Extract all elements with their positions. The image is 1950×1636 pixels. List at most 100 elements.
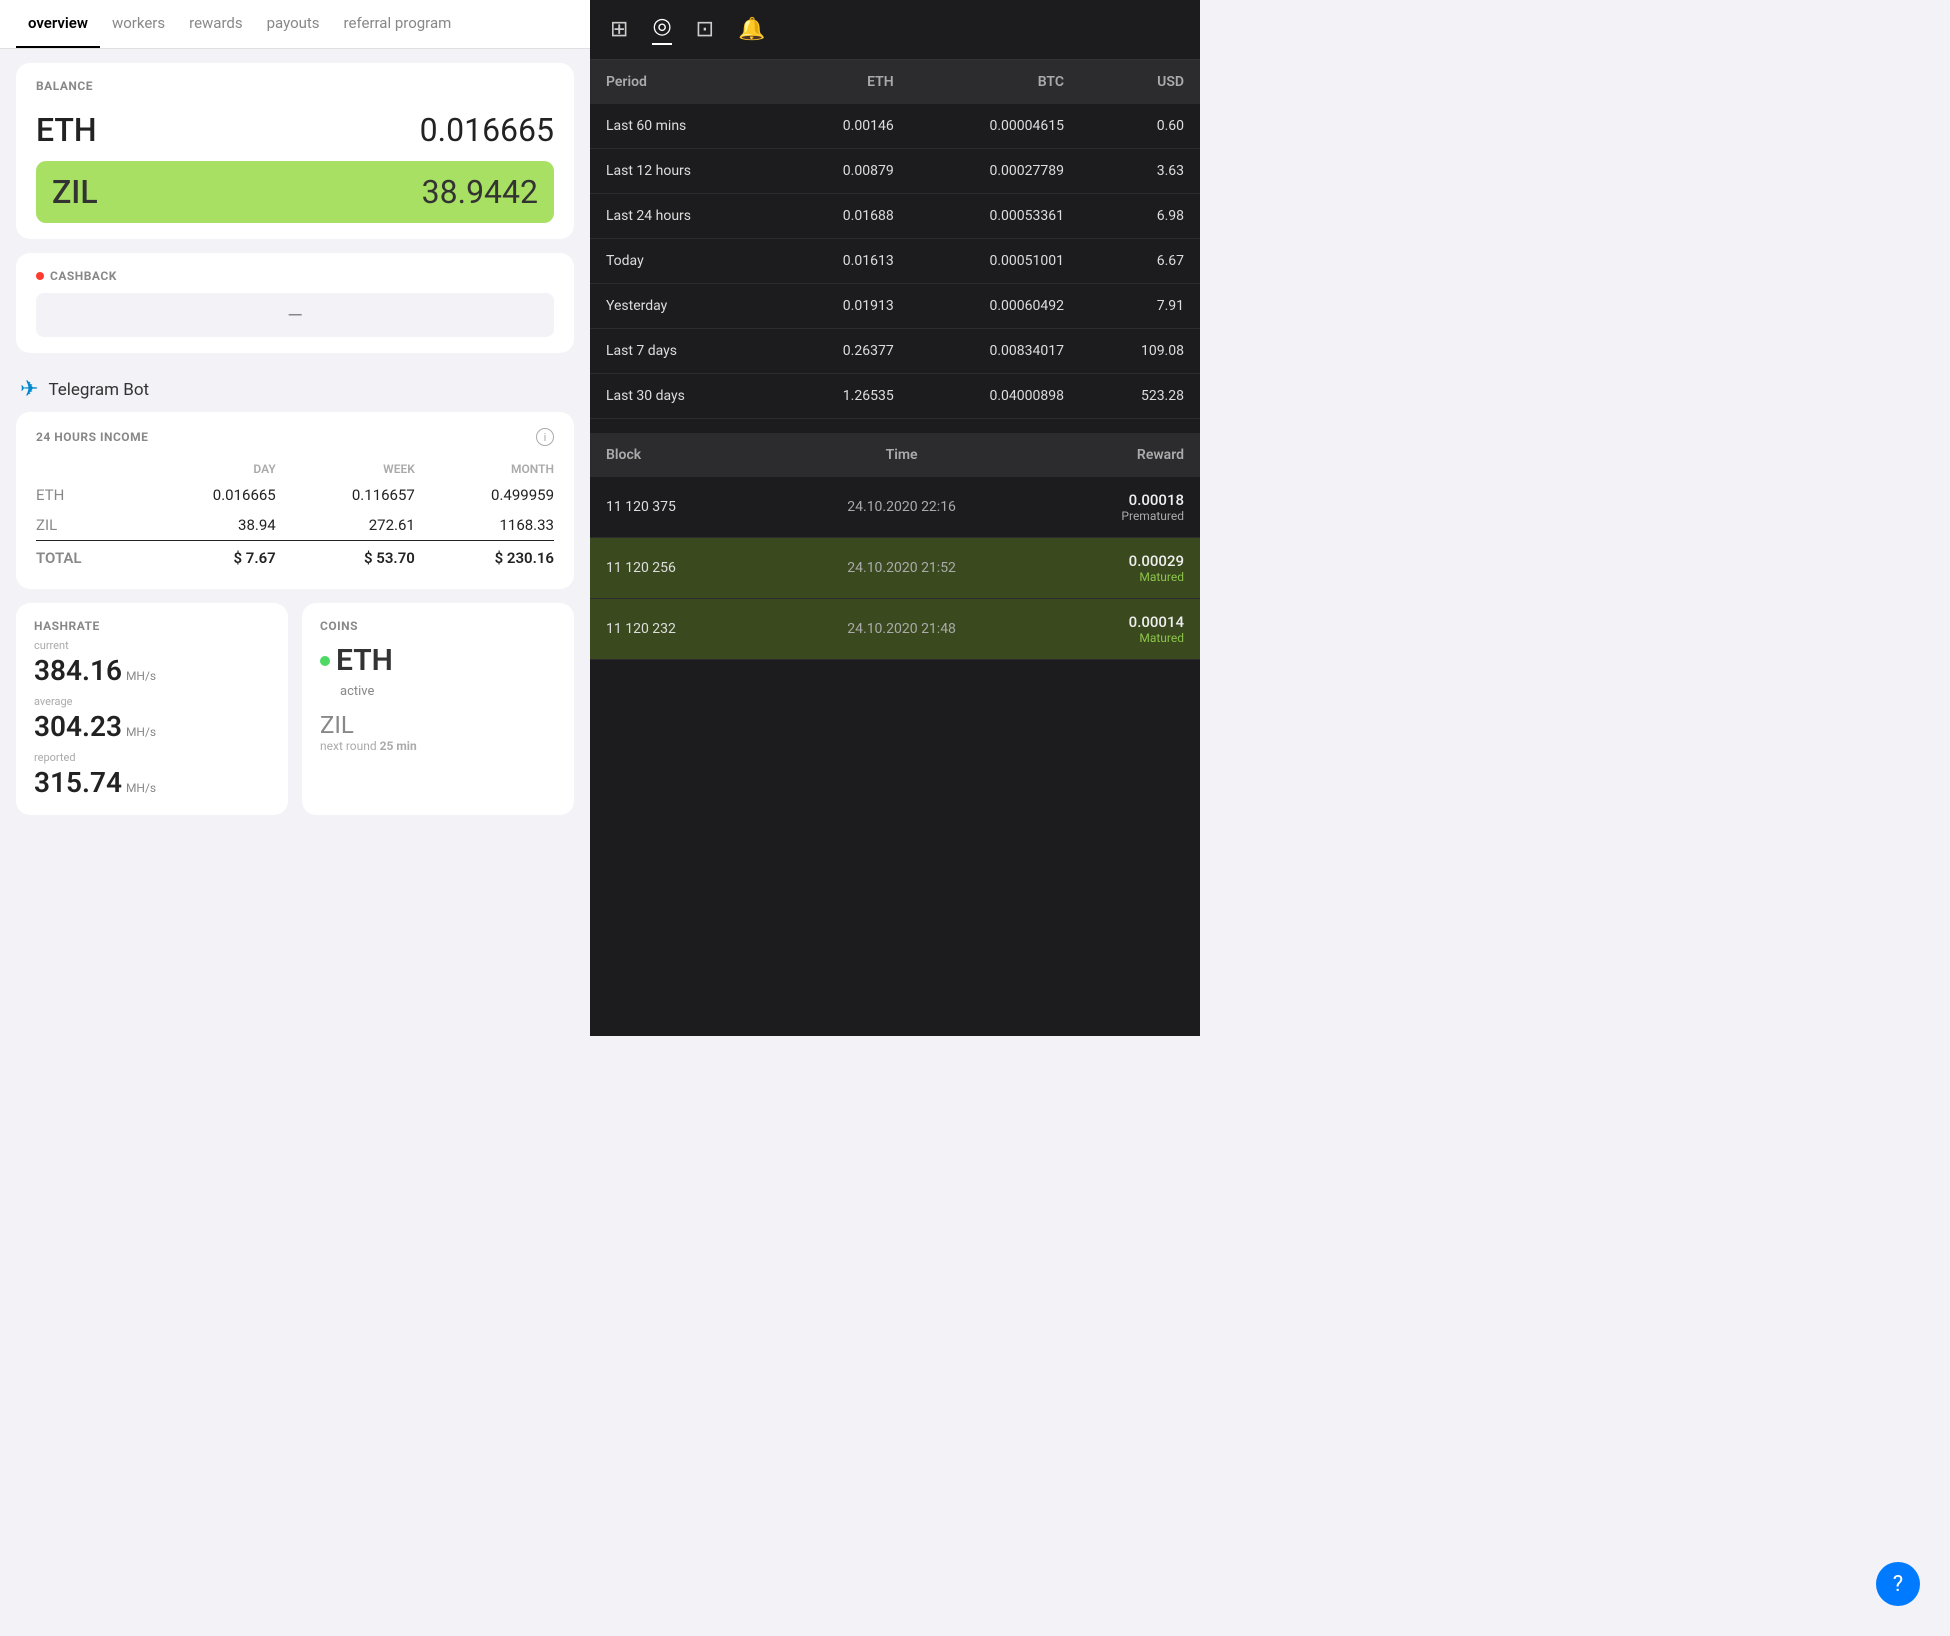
timer-icon[interactable]: ◎ xyxy=(652,14,671,45)
info-icon[interactable]: i xyxy=(536,428,554,446)
zil-coin-section: ZIL next round 25 min xyxy=(320,711,556,753)
hashrate-current-unit: MH/s xyxy=(126,669,156,683)
table-row: ZIL 38.94 272.61 1168.33 xyxy=(36,510,554,541)
income-eth-coin: ETH xyxy=(36,480,137,510)
bottom-panels: HASHRATE current 384.16 MH/s average 304… xyxy=(16,603,574,815)
tab-referral[interactable]: referral program xyxy=(332,0,464,48)
income-table: DAY WEEK MONTH ETH 0.016665 0.116657 0.4… xyxy=(36,458,554,573)
hashrate-reported-value: 315.74 MH/s xyxy=(34,766,270,799)
income-col-coin xyxy=(36,458,137,480)
rewards-col-period: Period xyxy=(590,60,777,104)
tab-payouts[interactable]: payouts xyxy=(255,0,332,48)
cashback-label: CASHBACK xyxy=(36,269,554,283)
eth-balance-row: ETH 0.016665 xyxy=(36,103,554,157)
bell-icon[interactable]: 🔔 xyxy=(738,17,765,42)
btc-cell: 0.00004615 xyxy=(910,104,1080,149)
btc-cell: 0.00027789 xyxy=(910,149,1080,194)
coins-label: COINS xyxy=(320,619,556,633)
telegram-label: Telegram Bot xyxy=(48,380,149,400)
period-cell: Last 24 hours xyxy=(590,194,777,239)
income-eth-month: 0.499959 xyxy=(415,480,554,510)
income-total-month: $ 230.16 xyxy=(415,541,554,574)
zil-coin-label: ZIL xyxy=(52,173,98,211)
income-total-label: TOTAL xyxy=(36,541,137,574)
zil-balance-row: ZIL 38.9442 xyxy=(36,161,554,223)
rewards-col-usd: USD xyxy=(1080,60,1200,104)
table-row: Today 0.01613 0.00051001 6.67 xyxy=(590,239,1200,284)
tab-rewards[interactable]: rewards xyxy=(177,0,254,48)
btc-cell: 0.00053361 xyxy=(910,194,1080,239)
period-cell: Last 60 mins xyxy=(590,104,777,149)
folder-icon[interactable]: ⊡ xyxy=(696,17,714,42)
table-row: 11 120 232 24.10.2020 21:48 0.00014 Matu… xyxy=(590,599,1200,660)
coins-card: COINS ETH active ZIL next round 25 min xyxy=(302,603,574,815)
cashback-value: — xyxy=(36,293,554,337)
eth-balance-amount: 0.016665 xyxy=(420,111,554,149)
period-cell: Last 7 days xyxy=(590,329,777,374)
hashrate-average-label: average xyxy=(34,695,270,708)
balance-card: BALANCE ETH 0.016665 ZIL 38.9442 xyxy=(16,63,574,239)
period-cell: Yesterday xyxy=(590,284,777,329)
period-cell: Last 30 days xyxy=(590,374,777,419)
block-number: 11 120 375 xyxy=(590,477,774,538)
hashrate-average-value: 304.23 MH/s xyxy=(34,710,270,743)
income-zil-coin: ZIL xyxy=(36,510,137,541)
tab-overview[interactable]: overview xyxy=(16,0,100,48)
usd-cell: 109.08 xyxy=(1080,329,1200,374)
rewards-col-eth: ETH xyxy=(777,60,910,104)
tab-workers[interactable]: workers xyxy=(100,0,177,48)
income-col-day: DAY xyxy=(137,458,276,480)
green-dot-icon xyxy=(320,656,330,666)
table-row: Yesterday 0.01913 0.00060492 7.91 xyxy=(590,284,1200,329)
rewards-table: Period ETH BTC USD Last 60 mins 0.00146 … xyxy=(590,60,1200,419)
usd-cell: 523.28 xyxy=(1080,374,1200,419)
hashrate-card: HASHRATE current 384.16 MH/s average 304… xyxy=(16,603,288,815)
layers-icon[interactable]: ⊞ xyxy=(610,17,628,42)
usd-cell: 7.91 xyxy=(1080,284,1200,329)
hashrate-average-unit: MH/s xyxy=(126,725,156,739)
income-zil-month: 1168.33 xyxy=(415,510,554,541)
telegram-icon: ✈ xyxy=(20,377,38,402)
period-cell: Today xyxy=(590,239,777,284)
block-number: 11 120 232 xyxy=(590,599,774,660)
income-card: 24 HOURS INCOME i DAY WEEK MONTH ETH 0.0… xyxy=(16,412,574,589)
income-col-month: MONTH xyxy=(415,458,554,480)
eth-coin-name: ETH xyxy=(336,643,393,678)
btc-cell: 0.00060492 xyxy=(910,284,1080,329)
eth-coin-row: ETH xyxy=(320,643,556,678)
balance-label: BALANCE xyxy=(36,79,554,93)
btc-cell: 0.00834017 xyxy=(910,329,1080,374)
income-header: 24 HOURS INCOME i xyxy=(36,428,554,446)
income-eth-day: 0.016665 xyxy=(137,480,276,510)
usd-cell: 0.60 xyxy=(1080,104,1200,149)
income-zil-day: 38.94 xyxy=(137,510,276,541)
income-zil-week: 272.61 xyxy=(276,510,415,541)
eth-cell: 0.01613 xyxy=(777,239,910,284)
rewards-table-section: Period ETH BTC USD Last 60 mins 0.00146 … xyxy=(590,60,1200,419)
table-row: Last 24 hours 0.01688 0.00053361 6.98 xyxy=(590,194,1200,239)
block-time: 24.10.2020 21:52 xyxy=(774,538,1029,599)
btc-cell: 0.00051001 xyxy=(910,239,1080,284)
help-button[interactable]: ? xyxy=(1876,1562,1920,1606)
zil-coin-sub: next round 25 min xyxy=(320,739,556,753)
block-col-reward: Reward xyxy=(1029,433,1200,477)
block-col-block: Block xyxy=(590,433,774,477)
block-time: 24.10.2020 21:48 xyxy=(774,599,1029,660)
period-cell: Last 12 hours xyxy=(590,149,777,194)
table-row: Last 7 days 0.26377 0.00834017 109.08 xyxy=(590,329,1200,374)
table-row: Last 12 hours 0.00879 0.00027789 3.63 xyxy=(590,149,1200,194)
eth-cell: 0.00879 xyxy=(777,149,910,194)
income-label: 24 HOURS INCOME xyxy=(36,430,148,444)
block-time: 24.10.2020 22:16 xyxy=(774,477,1029,538)
hashrate-label: HASHRATE xyxy=(34,619,270,633)
telegram-bot-row[interactable]: ✈ Telegram Bot xyxy=(0,367,590,412)
table-row: 11 120 256 24.10.2020 21:52 0.00029 Matu… xyxy=(590,538,1200,599)
block-reward: 0.00014 Matured xyxy=(1029,599,1200,660)
nav-tabs: overview workers rewards payouts referra… xyxy=(0,0,590,49)
usd-cell: 6.67 xyxy=(1080,239,1200,284)
table-row: Last 60 mins 0.00146 0.00004615 0.60 xyxy=(590,104,1200,149)
red-dot-icon xyxy=(36,272,44,280)
usd-cell: 6.98 xyxy=(1080,194,1200,239)
block-reward: 0.00018 Prematured xyxy=(1029,477,1200,538)
table-row: 11 120 375 24.10.2020 22:16 0.00018 Prem… xyxy=(590,477,1200,538)
